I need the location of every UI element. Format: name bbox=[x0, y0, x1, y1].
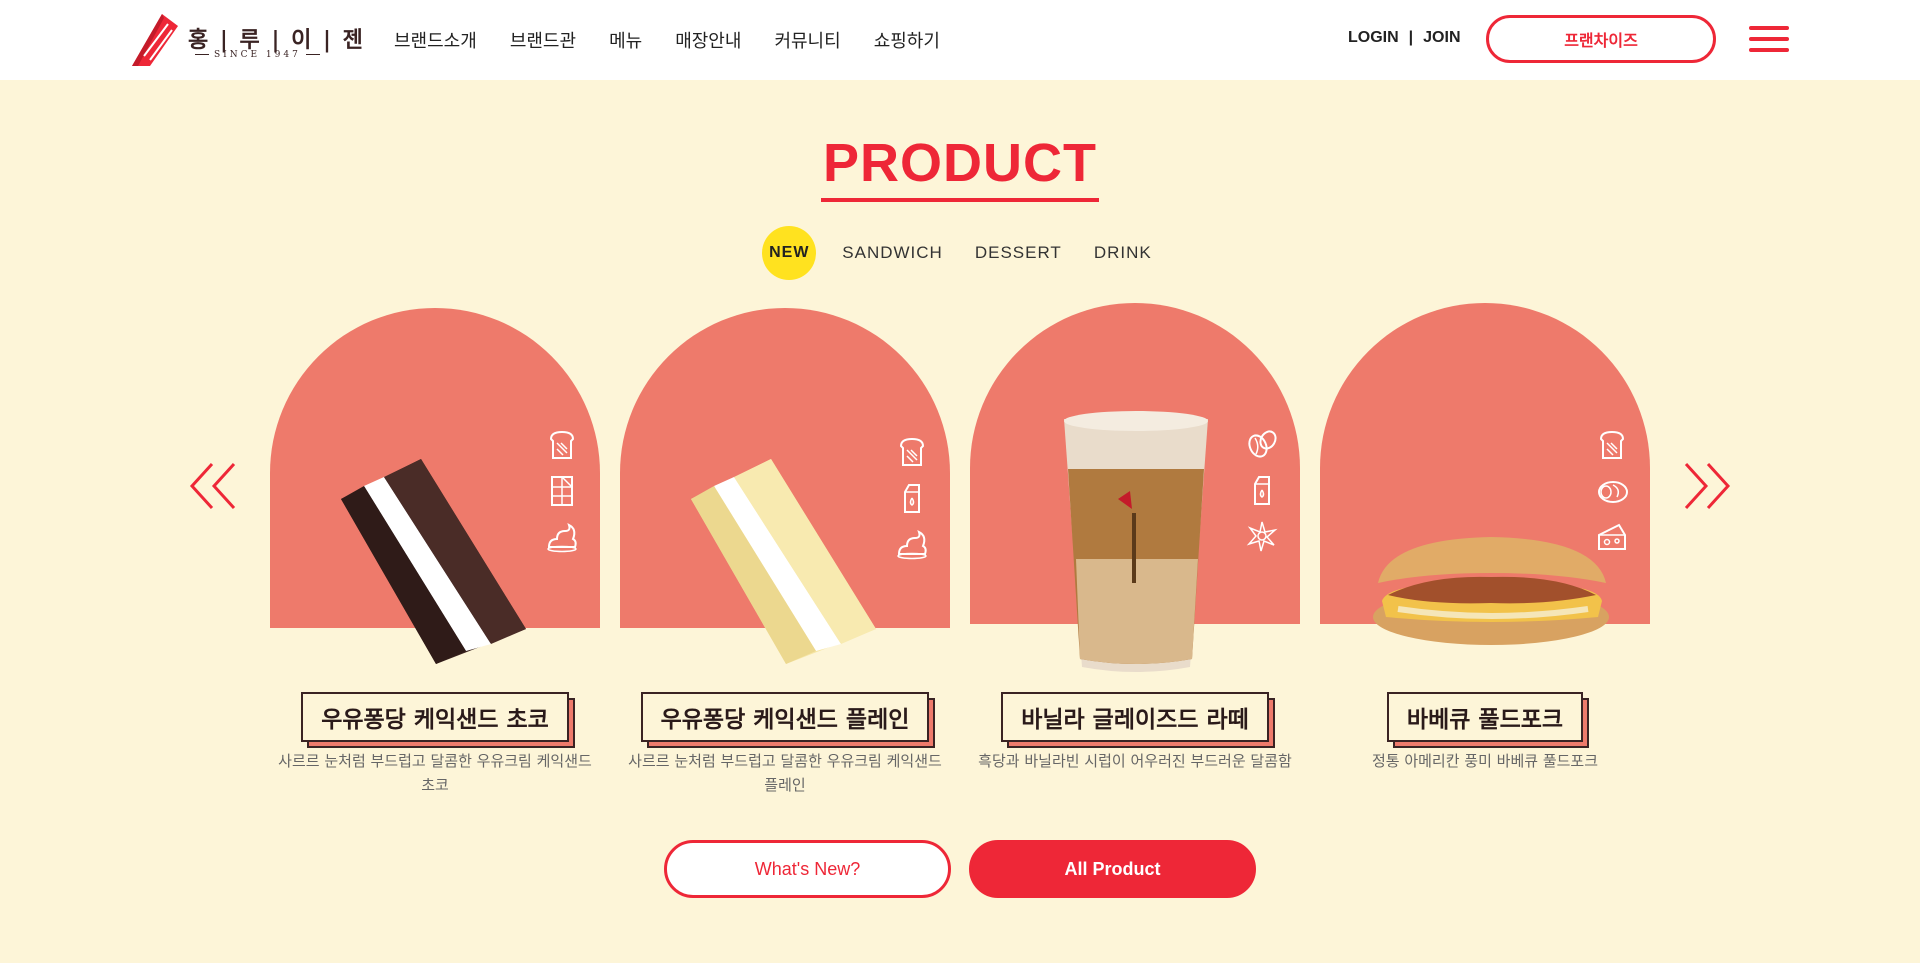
section-title-wrap: PRODUCT bbox=[0, 136, 1920, 202]
product-card[interactable]: 바닐라 글레이즈드 라떼 흑당과 바닐라빈 시럽이 어우러진 부드러운 달콤함 bbox=[970, 299, 1300, 819]
member-links: LOGIN | JOIN bbox=[1348, 29, 1461, 47]
all-product-button[interactable]: All Product bbox=[969, 840, 1256, 898]
brand-logo[interactable]: 홍 | 루 | 이 | 젠 SINCE 1947 bbox=[128, 12, 363, 70]
product-name[interactable]: 우유퐁당 케익샌드 초코 bbox=[301, 692, 569, 742]
meat-icon bbox=[1598, 481, 1628, 503]
tab-drink[interactable]: DRINK bbox=[1088, 226, 1158, 280]
bread-icon bbox=[549, 430, 575, 459]
coffee-bean-icon bbox=[1248, 430, 1277, 458]
section-title: PRODUCT bbox=[821, 136, 1099, 202]
tab-new[interactable]: NEW bbox=[762, 226, 817, 280]
pulled-pork-sandwich-image bbox=[1373, 537, 1609, 645]
login-link[interactable]: LOGIN bbox=[1348, 29, 1399, 47]
product-card[interactable]: 우유퐁당 케익샌드 초코 사르르 눈처럼 부드럽고 달콤한 우유크림 케익샌드 … bbox=[270, 299, 600, 819]
nav-brand-hall[interactable]: 브랜드관 bbox=[510, 27, 576, 53]
latte-glass-image bbox=[1064, 411, 1208, 672]
product-name[interactable]: 바베큐 풀드포크 bbox=[1386, 692, 1584, 742]
nav-community[interactable]: 커뮤니티 bbox=[774, 27, 840, 53]
product-carousel: 우유퐁당 케익샌드 초코 사르르 눈처럼 부드럽고 달콤한 우유크림 케익샌드 … bbox=[270, 299, 1650, 819]
card-icons bbox=[895, 436, 929, 560]
product-tabs: NEW SANDWICH DESSERT DRINK bbox=[0, 226, 1920, 280]
whats-new-button[interactable]: What's New? bbox=[664, 840, 951, 898]
member-separator: | bbox=[1408, 29, 1414, 46]
tab-sandwich[interactable]: SANDWICH bbox=[836, 226, 949, 280]
nav-store-info[interactable]: 매장안내 bbox=[675, 27, 741, 53]
choco-cake-sandwich-image bbox=[341, 459, 526, 664]
site-header: 홍 | 루 | 이 | 젠 SINCE 1947 브랜드소개 브랜드관 메뉴 매… bbox=[0, 0, 1920, 80]
card-icons bbox=[545, 429, 579, 553]
main-nav: 브랜드소개 브랜드관 메뉴 매장안내 커뮤니티 쇼핑하기 bbox=[394, 27, 973, 53]
double-chevron-left-icon[interactable] bbox=[188, 462, 238, 510]
product-desc: 사르르 눈처럼 부드럽고 달콤한 우유크림 케익샌드 플레인 bbox=[628, 752, 942, 794]
nav-shopping[interactable]: 쇼핑하기 bbox=[874, 27, 940, 53]
product-name[interactable]: 바닐라 글레이즈드 라떼 bbox=[1001, 692, 1269, 742]
tab-dessert[interactable]: DESSERT bbox=[969, 226, 1068, 280]
cream-icon bbox=[897, 530, 927, 560]
product-section: PRODUCT NEW SANDWICH DESSERT DRINK 우유퐁당 … bbox=[0, 80, 1920, 963]
product-name-box: 우유퐁당 케익샌드 플레인 bbox=[620, 692, 950, 748]
milk-carton-icon bbox=[904, 484, 920, 513]
nav-menu[interactable]: 메뉴 bbox=[609, 27, 642, 53]
franchise-button[interactable]: 프랜차이즈 bbox=[1486, 15, 1716, 63]
chocolate-bar-icon bbox=[551, 476, 573, 506]
join-link[interactable]: JOIN bbox=[1423, 29, 1460, 47]
product-name-box: 바닐라 글레이즈드 라떼 bbox=[970, 692, 1300, 748]
milk-carton-icon bbox=[1254, 476, 1270, 505]
bread-icon bbox=[1599, 430, 1625, 459]
nav-brand-intro[interactable]: 브랜드소개 bbox=[394, 27, 477, 53]
product-desc: 흑당과 바닐라빈 시럽이 어우러진 부드러운 달콤함 bbox=[978, 752, 1292, 770]
product-card[interactable]: 우유퐁당 케익샌드 플레인 사르르 눈처럼 부드럽고 달콤한 우유크림 케익샌드… bbox=[620, 299, 950, 819]
product-card[interactable]: 바베큐 풀드포크 정통 아메리칸 풍미 바베큐 풀드포크 bbox=[1320, 299, 1650, 819]
logo-since: SINCE 1947 bbox=[190, 50, 325, 60]
hamburger-icon[interactable] bbox=[1749, 26, 1789, 52]
product-desc: 정통 아메리칸 풍미 바베큐 풀드포크 bbox=[1371, 752, 1599, 770]
product-desc: 사르르 눈처럼 부드럽고 달콤한 우유크림 케익샌드 초코 bbox=[278, 752, 592, 794]
cream-icon bbox=[547, 523, 577, 553]
product-name-box: 우유퐁당 케익샌드 초코 bbox=[270, 692, 600, 748]
card-icons bbox=[1245, 428, 1279, 552]
bread-icon bbox=[899, 437, 925, 466]
vanilla-flower-icon bbox=[1246, 521, 1278, 552]
sandwich-logo-icon bbox=[132, 14, 178, 66]
plain-cake-sandwich-image bbox=[691, 459, 876, 664]
double-chevron-right-icon[interactable] bbox=[1682, 462, 1732, 510]
product-name-box: 바베큐 풀드포크 bbox=[1320, 692, 1650, 748]
product-name[interactable]: 우유퐁당 케익샌드 플레인 bbox=[640, 692, 930, 742]
